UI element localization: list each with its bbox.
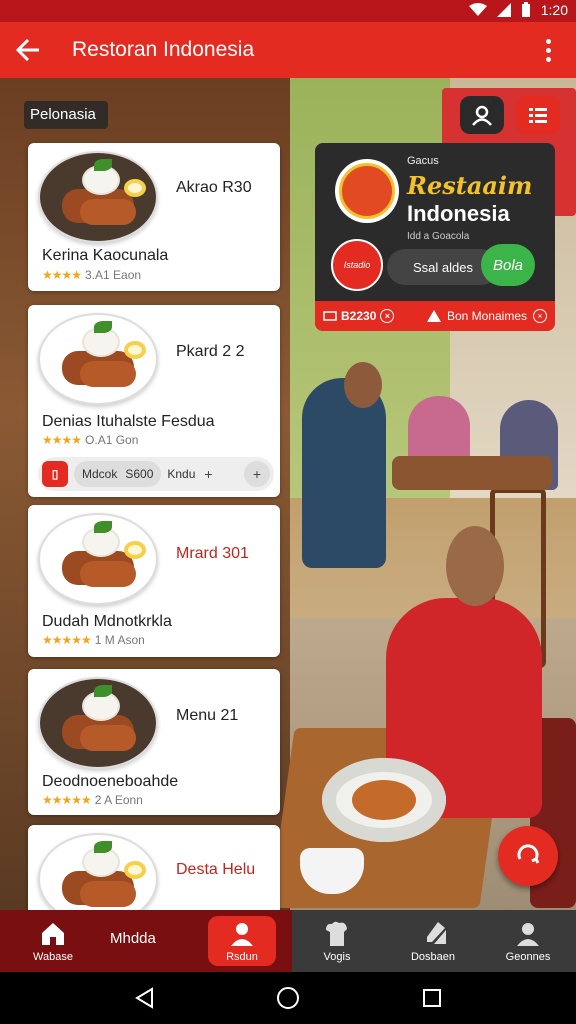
restaurant-name-line1: Restaaim [407,171,533,200]
menu-item-card[interactable]: Menu 21 Deodnoeneboahde ★★★★★ 2 A Eonn [28,669,280,815]
info-footer-left: B2230 [341,309,377,323]
increase-quantity-button[interactable]: + [244,461,270,487]
order-price: S600 [125,467,154,481]
order-bar: ▯ Mdcok S600 Kndu + + [38,457,274,491]
menu-item-description: Kerina Kaocunala [42,247,169,264]
person-icon [517,923,539,946]
menu-item-rating: 3.A1 Eaon [85,268,142,282]
nav-label: Geonnes [505,951,551,963]
menu-item-description: Dudah Mdnotkrkla [42,613,172,630]
info-card-footer: B2230 × Bon Monaimes × [315,301,555,331]
system-home-button[interactable] [276,986,300,1010]
info-footer-right: Bon Monaimes [446,309,527,323]
more-vert-icon [545,38,551,44]
menu-item-card[interactable]: Mrard 301 Dudah Mdnotkrkla ★★★★★ 1 M Aso… [28,505,280,657]
system-recents-button[interactable] [420,986,444,1010]
menu-item-card[interactable]: Pkard 2 2 Denias Ituhalste Fesdua ★★★★ O… [28,305,280,497]
nav-label: Dosbaen [410,951,456,963]
dish-image [38,313,158,405]
warning-icon [426,310,441,322]
restaurant-name-line2: Indonesia [407,201,510,226]
signal-icon [496,3,511,17]
system-back-button[interactable] [132,986,156,1010]
restaurant-info-card[interactable]: Gacus Restaaim Indonesia Idd a Goacola I… [315,143,555,331]
menu-item-name: Akrao R30 [176,179,252,196]
menu-item-card[interactable]: Akrao R30 Kerina Kaocunala ★★★★ 3.A1 Eao… [28,143,280,291]
circle-home-icon [277,987,299,1009]
bottom-navigation: Wabase Mhdda Rsdun Vogis Dosbaen Geonnes [0,910,576,972]
person-icon [231,923,253,946]
list-menu-button[interactable] [516,96,560,134]
triangle-back-icon [135,987,153,1009]
battery-icon [521,2,530,17]
more-options-button[interactable] [534,36,562,64]
status-icons: 1:20 [468,2,568,18]
menu-item-name: Mrard 301 [176,545,249,562]
nav-item-account[interactable]: Geonnes [496,910,560,972]
chef-icon [326,921,347,946]
arrow-left-icon [15,38,39,62]
star-rating-icon: ★★★★ [42,268,82,282]
order-text: Kndu [167,467,196,481]
nav-item-profile[interactable]: Rsdun [210,910,274,972]
star-rating-icon: ★★★★ [42,433,82,447]
order-label: Mdcok [82,467,118,481]
ticket-icon [323,311,337,321]
system-navigation-bar [0,972,576,1024]
menu-item-rating: O.A1 Gon [85,433,139,447]
nav-label: Rsdun [226,951,258,963]
menu-item-name: Desta Helu [176,861,256,878]
menu-item-name: Pkard 2 2 [176,343,245,360]
home-icon [42,923,64,945]
app-bar: Restoran Indonesia [0,22,576,78]
nav-item-home[interactable]: Wabase [22,910,84,972]
dish-image [38,677,158,769]
star-rating-icon: ★★★★★ [42,633,92,647]
menu-item-card[interactable]: Desta Helu [28,825,280,925]
nav-label: Vogis [323,951,351,963]
refresh-fab-button[interactable] [498,826,558,886]
list-icon [529,108,547,123]
wifi-icon [468,3,487,16]
status-bar: 1:20 [0,0,576,22]
restaurant-logo [335,159,399,223]
order-pill[interactable]: Mdcok S600 [74,461,162,487]
nav-item-vogis[interactable]: Vogis [306,910,368,972]
menu-item-name: Menu 21 [176,707,239,724]
restaurant-badge: Istadio [331,239,383,291]
menu-list: Akrao R30 Kerina Kaocunala ★★★★ 3.A1 Eao… [24,143,282,925]
back-button[interactable] [0,22,56,78]
location-chip[interactable]: Pelonasia [24,101,108,129]
page-title: Restoran Indonesia [72,38,255,61]
close-circle-icon[interactable]: × [533,309,547,323]
info-label-small: Gacus [407,155,439,167]
dish-image [38,151,158,243]
status-time: 1:20 [540,2,568,18]
square-recents-icon [423,989,441,1007]
decrease-quantity-button[interactable]: + [201,466,215,482]
menu-item-description: Deodnoeneboahde [42,773,179,790]
star-rating-icon: ★★★★★ [42,793,92,807]
profile-search-button[interactable] [460,96,504,134]
close-circle-icon[interactable]: × [380,309,395,323]
go-button[interactable]: Bola [481,244,535,286]
person-search-icon [472,105,492,126]
nav-item-dosbaen[interactable]: Dosbaen [400,910,466,972]
order-icon: ▯ [42,461,68,487]
restaurant-subtitle: Idd a Goacola [407,231,470,242]
nav-item-menu[interactable]: Mhdda [110,930,156,947]
menu-item-rating: 2 A Eonn [94,793,143,807]
nav-label: Wabase [33,951,73,963]
dish-image [38,513,158,605]
menu-item-rating: 1 M Ason [94,633,145,647]
note-icon [420,922,446,944]
refresh-icon [517,844,540,864]
menu-item-description: Denias Ituhalste Fesdua [42,413,215,430]
